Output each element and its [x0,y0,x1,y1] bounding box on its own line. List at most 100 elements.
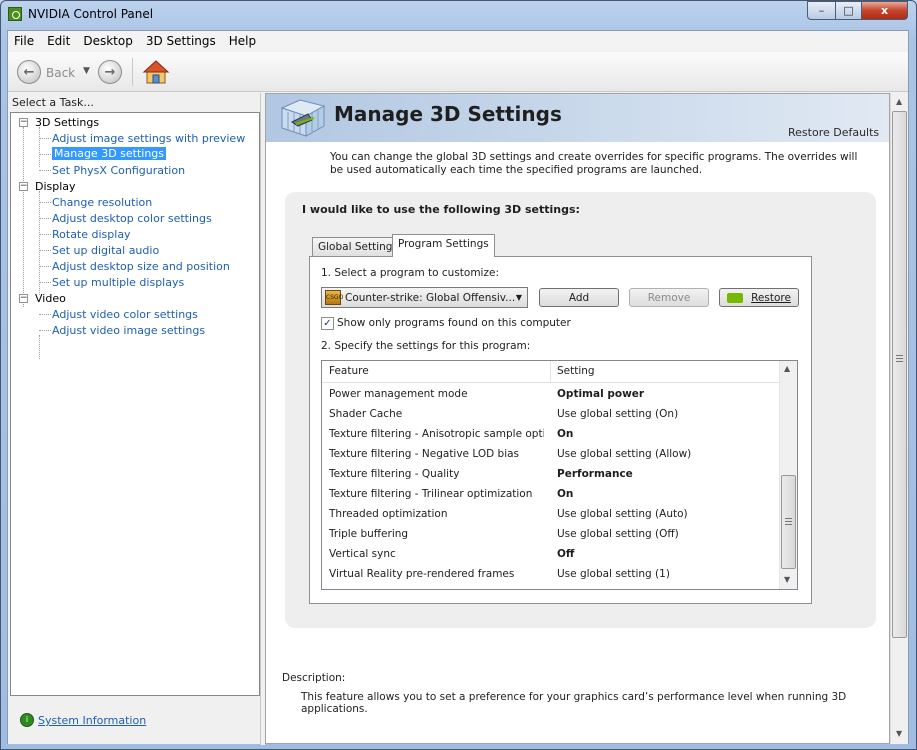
settings-heading: I would like to use the following 3D set… [302,203,580,216]
column-header-setting[interactable]: Setting [557,365,595,377]
content-scrollbar-thumb[interactable] [892,111,907,638]
description-label: Description: [282,672,346,684]
expand-collapse-icon[interactable]: − [19,118,28,127]
table-row[interactable]: Texture filtering - Anisotropic sample o… [322,425,779,445]
setting-cell[interactable]: Use global setting (Off) [557,528,679,540]
table-row[interactable]: Triple buffering Use global setting (Off… [322,525,779,545]
feature-cell: Threaded optimization [329,508,448,520]
forward-button[interactable]: → [98,60,122,84]
table-row[interactable]: Texture filtering - Quality Performance [322,465,779,485]
tree-link-set-up-multiple-displays[interactable]: Set up multiple displays [52,276,184,289]
tree-link-adjust-desktop-color[interactable]: Adjust desktop color settings [52,212,212,225]
grip-line [896,358,903,359]
setting-cell[interactable]: On [557,428,573,440]
title-bar[interactable]: NVIDIA Control Panel – □ x [0,0,917,30]
setting-cell[interactable]: Use global setting (1) [557,568,670,580]
table-row[interactable]: Virtual Reality pre-rendered frames Use … [322,565,779,585]
csgo-program-icon: CSGO [325,290,343,305]
home-icon [142,60,170,84]
table-row[interactable]: Shader Cache Use global setting (On) [322,405,779,425]
maximize-button[interactable]: □ [835,1,862,20]
toolbar: ← Back ▼ → [8,52,908,92]
expand-collapse-icon[interactable]: − [19,182,28,191]
menu-bar: File Edit Desktop 3D Settings Help [8,31,908,51]
tree-branch-line [39,170,51,171]
grip-line [785,518,792,519]
table-row[interactable]: Texture filtering - Trilinear optimizati… [322,485,779,505]
grip-line [896,361,903,362]
table-scrollbar-thumb[interactable] [781,475,796,569]
tree-link-adjust-video-color[interactable]: Adjust video color settings [52,308,198,321]
minimize-button[interactable]: – [807,1,836,20]
scroll-down-arrow-icon[interactable]: ▼ [896,729,902,738]
setting-cell[interactable]: Use global setting (On) [557,408,678,420]
setting-cell[interactable]: Use global setting (Auto) [557,508,688,520]
setting-cell[interactable]: Use global setting (Allow) [557,448,691,460]
show-only-programs-label[interactable]: Show only programs found on this compute… [337,317,571,329]
tree-branch-line [39,314,51,315]
close-button[interactable]: x [861,1,908,20]
system-information-link[interactable]: System Information [38,714,146,727]
feature-cell: Power management mode [329,388,468,400]
table-row[interactable]: Vertical sync Off [322,545,779,565]
content-scrollbar[interactable]: ▲ ▼ [890,93,908,744]
column-header-feature[interactable]: Feature [329,365,369,377]
back-button[interactable]: ← [17,60,41,84]
feature-cell: Texture filtering - Negative LOD bias [329,448,520,460]
back-history-dropdown-icon[interactable]: ▼ [83,66,90,76]
tree-branch-line [39,218,51,219]
table-row[interactable]: Texture filtering - Negative LOD bias Us… [322,445,779,465]
menu-edit[interactable]: Edit [41,31,77,51]
add-button[interactable]: Add [539,288,619,307]
menu-3d-settings[interactable]: 3D Settings [140,31,223,51]
tree-guide-line [23,127,24,307]
select-program-label: 1. Select a program to customize: [321,267,499,279]
table-row[interactable]: Threaded optimization Use global setting… [322,505,779,525]
task-pane-header: Select a Task... [12,96,94,109]
tree-category-3d-settings[interactable]: 3D Settings [35,116,99,129]
setting-cell[interactable]: Optimal power [557,388,644,400]
content-pane: Manage 3D Settings Restore Defaults You … [265,93,890,744]
column-divider[interactable] [550,361,551,383]
tree-guide-line [39,127,40,167]
tree-link-change-resolution[interactable]: Change resolution [52,196,152,209]
setting-cell[interactable]: On [557,488,573,500]
restore-button[interactable]: Restore [719,288,799,307]
tree-category-video[interactable]: Video [35,292,66,305]
tree-link-set-up-digital-audio[interactable]: Set up digital audio [52,244,159,257]
tree-category-display[interactable]: Display [35,180,76,193]
setting-cell[interactable]: Off [557,548,574,560]
tree-link-rotate-display[interactable]: Rotate display [52,228,131,241]
tree-link-set-physx-configuration[interactable]: Set PhysX Configuration [52,164,185,177]
tree-link-adjust-video-image[interactable]: Adjust video image settings [52,324,205,337]
restore-defaults-link[interactable]: Restore Defaults [788,126,879,139]
tree-guide-line [39,335,40,359]
feature-cell: Texture filtering - Trilinear optimizati… [329,488,533,500]
setting-cell[interactable]: Performance [557,468,633,480]
feature-cell: Vertical sync [329,548,396,560]
tree-branch-line [39,154,51,155]
tree-guide-line [39,191,40,295]
program-select-value: Counter-strike: Global Offensiv... [345,291,516,304]
tree-branch-line [39,282,51,283]
tree-link-adjust-image-settings[interactable]: Adjust image settings with preview [52,132,245,145]
scroll-down-arrow-icon[interactable]: ▼ [784,575,790,584]
menu-help[interactable]: Help [223,31,263,51]
menu-desktop[interactable]: Desktop [77,31,140,51]
remove-button[interactable]: Remove [629,288,709,307]
feature-cell: Virtual Reality pre-rendered frames [329,568,515,580]
table-scrollbar[interactable]: ▲ ▼ [779,361,797,589]
tab-global-settings[interactable]: Global Settings [312,237,404,257]
menu-file[interactable]: File [8,31,41,51]
show-only-programs-checkbox[interactable]: ✓ [321,317,334,330]
tree-link-adjust-desktop-size[interactable]: Adjust desktop size and position [52,260,230,273]
forward-arrow-icon: → [104,64,116,80]
home-button[interactable] [142,59,170,85]
scroll-up-arrow-icon[interactable]: ▲ [784,364,790,373]
scroll-up-arrow-icon[interactable]: ▲ [896,97,902,106]
tree-link-manage-3d-settings[interactable]: Manage 3D settings [52,147,167,160]
expand-collapse-icon[interactable]: − [19,294,28,303]
program-select[interactable]: CSGO Counter-strike: Global Offensiv... … [321,287,528,308]
table-row[interactable]: Power management mode Optimal power [322,385,779,405]
tab-program-settings[interactable]: Program Settings [392,234,495,257]
